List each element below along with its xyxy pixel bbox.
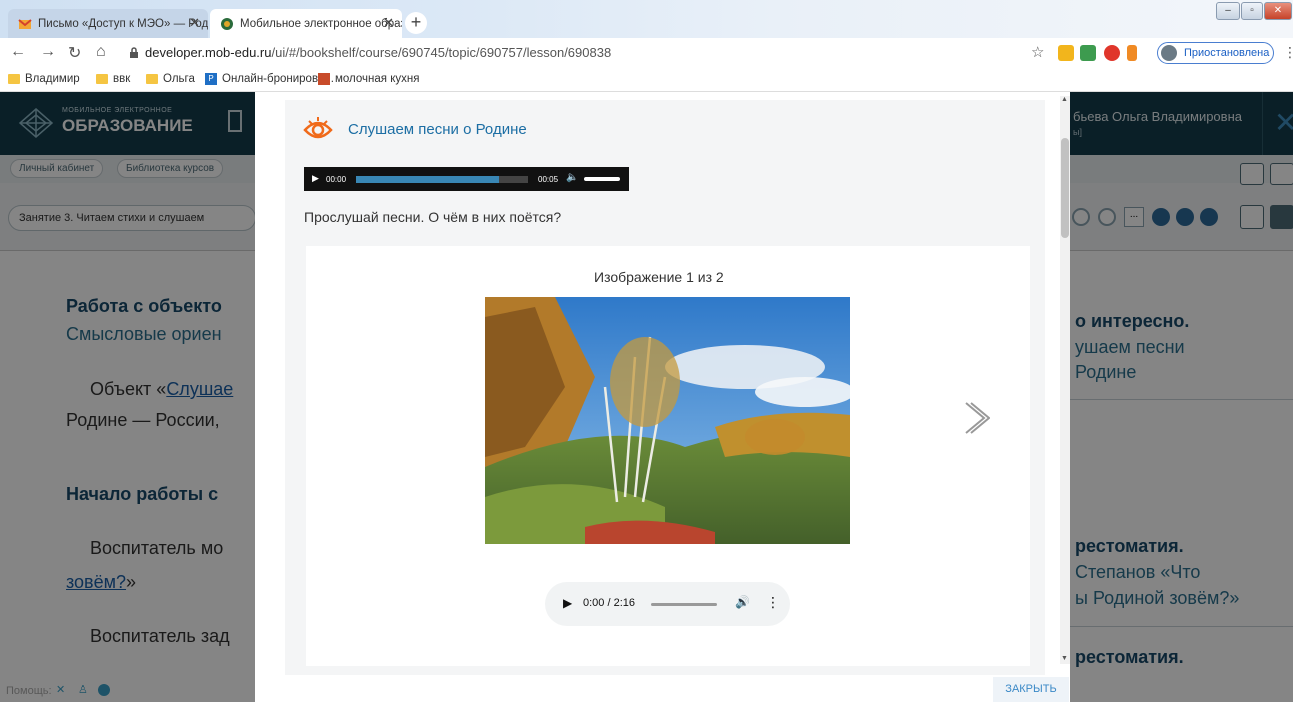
tab-mobile-edu[interactable]: Мобильное электронное образ ✕ — [210, 9, 402, 38]
volume-icon[interactable]: 🔈 — [566, 172, 578, 183]
folder-icon — [8, 74, 20, 84]
tab-title: Письмо «Доступ к МЭО» — Род — [38, 17, 208, 30]
close-window-button[interactable]: ✕ — [1264, 2, 1292, 20]
gallery-caption: Изображение 1 из 2 — [594, 269, 724, 285]
tab-title: Мобильное электронное образ — [240, 17, 402, 30]
paused-label: Приостановлена — [1184, 47, 1270, 59]
native-audio-player: ▶ 0:00 / 2:16 🔊 ⋮ — [545, 582, 790, 626]
bookmark-item[interactable]: молочная кухня — [318, 73, 419, 85]
play-icon[interactable]: ▶ — [563, 596, 572, 610]
extension-icon[interactable] — [1080, 45, 1096, 61]
address-bar[interactable]: developer.mob-edu.ru/ui/#/bookshelf/cour… — [125, 42, 1050, 64]
bookmark-item[interactable]: Ольга — [146, 73, 195, 85]
new-tab-button[interactable]: + — [405, 12, 427, 34]
volume-slider[interactable] — [584, 177, 620, 181]
play-icon[interactable]: ▶ — [312, 173, 319, 184]
minimize-button[interactable]: – — [1216, 2, 1240, 20]
total-time: 00:05 — [538, 175, 559, 184]
mail-icon — [18, 19, 32, 29]
close-button[interactable]: ЗАКРЫТЬ — [993, 677, 1069, 702]
maximize-button[interactable]: ▫ — [1241, 2, 1263, 20]
folder-icon — [146, 74, 158, 84]
current-time: 00:00 — [326, 175, 347, 184]
profile-paused-button[interactable]: Приостановлена — [1157, 42, 1274, 64]
audio-time: 0:00 / 2:16 — [583, 597, 635, 609]
folder-icon — [96, 74, 108, 84]
bookmarks-bar: Владимир ввк Ольга P Онлайн-бронирова... … — [0, 68, 1293, 92]
bookmark-item[interactable]: ввк — [96, 73, 130, 85]
screen: Письмо «Доступ к МЭО» — Род ✕ Мобильное … — [0, 0, 1293, 702]
forward-icon[interactable]: → — [40, 43, 56, 61]
progress-fill — [356, 176, 499, 183]
reload-icon[interactable]: ↻ — [68, 43, 81, 63]
url-host: developer.mob-edu.ru — [145, 45, 272, 60]
tab-mail[interactable]: Письмо «Доступ к МЭО» — Род ✕ — [8, 9, 208, 38]
mobile-edu-icon — [221, 18, 233, 30]
close-tab-icon[interactable]: ✕ — [189, 15, 200, 31]
task-text: Прослушай песни. О чём в них поётся? — [304, 209, 562, 225]
extension-icon[interactable] — [1104, 45, 1120, 61]
more-icon[interactable]: ⋮ — [766, 594, 780, 611]
menu-icon[interactable]: ⋮ — [1283, 44, 1293, 61]
close-tab-icon[interactable]: ✕ — [383, 15, 394, 31]
extension-icon[interactable] — [1127, 45, 1137, 61]
lock-icon — [130, 47, 138, 58]
progress-track[interactable] — [356, 176, 528, 183]
next-image-icon[interactable] — [962, 400, 990, 436]
scroll-down-icon[interactable]: ▼ — [1061, 655, 1068, 662]
site-icon — [318, 73, 330, 85]
progress-track[interactable] — [651, 603, 717, 606]
extension-icon[interactable] — [1058, 45, 1074, 61]
browser-titlebar: Письмо «Доступ к МЭО» — Род ✕ Мобильное … — [0, 0, 1293, 38]
star-icon[interactable]: ☆ — [1031, 43, 1044, 61]
address-row: ← → ↻ ⌂ developer.mob-edu.ru/ui/#/booksh… — [0, 38, 1293, 68]
bookmark-item[interactable]: P Онлайн-бронирова... — [205, 73, 334, 85]
home-icon[interactable]: ⌂ — [96, 43, 106, 61]
scroll-up-icon[interactable]: ▲ — [1061, 96, 1068, 103]
booking-icon: P — [205, 73, 217, 85]
back-icon[interactable]: ← — [10, 43, 26, 61]
url-path: /ui/#/bookshelf/course/690745/topic/6907… — [271, 45, 612, 60]
volume-icon[interactable]: 🔊 — [735, 595, 750, 609]
avatar — [1161, 45, 1177, 61]
landscape-photo — [485, 297, 850, 544]
eye-icon — [303, 117, 333, 139]
object-title: Слушаем песни о Родине — [348, 121, 527, 138]
bookmark-item[interactable]: Владимир — [8, 73, 80, 85]
audio-player: ▶ 00:00 00:05 🔈 — [304, 167, 629, 191]
scrollbar-thumb[interactable] — [1061, 138, 1069, 238]
